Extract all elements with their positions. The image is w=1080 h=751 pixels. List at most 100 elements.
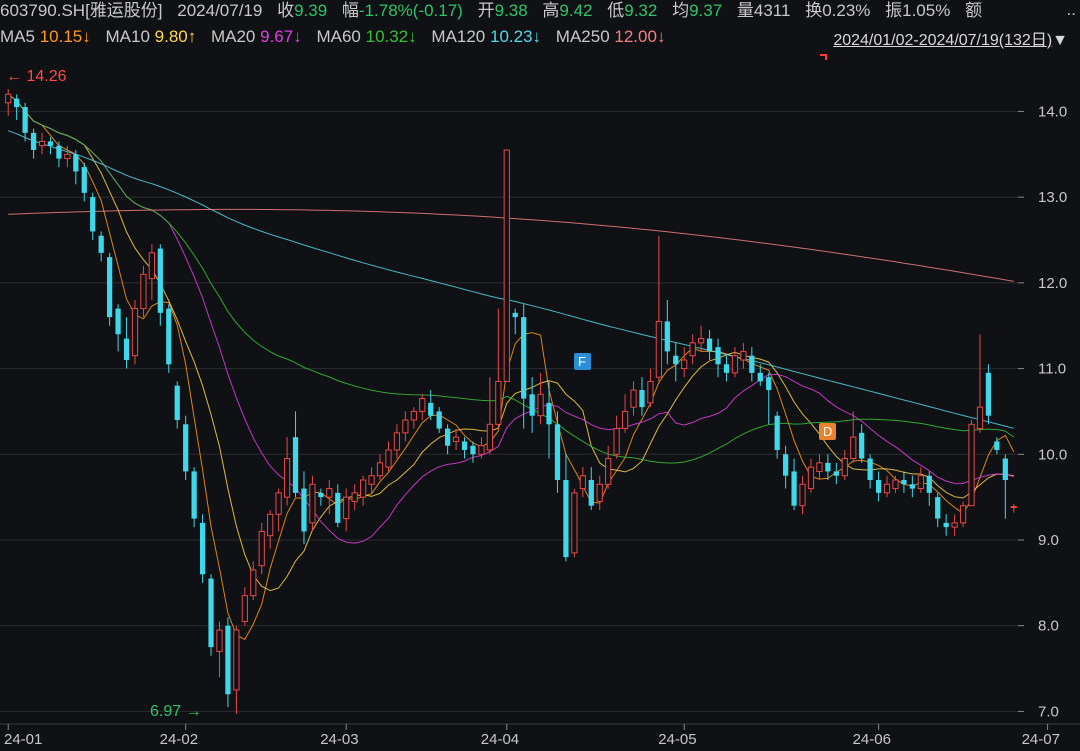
candle-body (943, 522, 949, 528)
candle-body (107, 257, 113, 318)
candle-body (546, 402, 552, 425)
candle-body (428, 402, 434, 416)
candle-body (985, 372, 992, 416)
candle-body (588, 480, 594, 506)
candle-body (64, 153, 71, 160)
candle-body (1002, 458, 1008, 480)
candle-body (757, 372, 763, 382)
candle-body (258, 530, 265, 567)
candle-body (571, 492, 578, 554)
candle-body (791, 471, 797, 506)
candle-body (1010, 506, 1017, 509)
candle-body (681, 359, 688, 370)
candle-body (766, 377, 772, 390)
candle-body (740, 350, 747, 361)
candle-body (892, 479, 899, 490)
candle-body (445, 428, 451, 446)
candle-body (926, 475, 932, 493)
candle-body (461, 441, 468, 450)
candle-body (833, 471, 839, 476)
x-tick-label: 24-05 (658, 731, 696, 748)
candle-body (275, 492, 282, 515)
candle-body (318, 492, 324, 498)
y-tick-label: 10.0 (1038, 446, 1067, 463)
candle-body (436, 411, 442, 429)
candle-body (22, 107, 28, 133)
candle-body (233, 629, 240, 691)
candle-body (537, 393, 544, 417)
candle-body (452, 436, 460, 442)
candle-body (529, 394, 535, 416)
candle-body (951, 522, 958, 528)
y-tick-label: 11.0 (1038, 361, 1066, 378)
candle-body (326, 488, 333, 498)
y-tick-label: 8.0 (1038, 618, 1059, 635)
x-axis: 24-01 24-02 24-03 24-04 24-05 24-06 24-07 (0, 723, 1080, 748)
candle-body (148, 252, 155, 280)
candle-body (841, 458, 848, 477)
candle-body (410, 410, 417, 421)
candle-body (131, 308, 139, 357)
candle-body (613, 428, 620, 455)
candle-body (250, 569, 257, 597)
candle-body (850, 436, 857, 460)
candle-body (343, 496, 350, 520)
candle-body (715, 347, 721, 365)
candle-body (554, 424, 561, 480)
candle-body (47, 141, 54, 146)
y-tick-label: 13.0 (1038, 189, 1067, 206)
candle-body (351, 492, 358, 502)
candle-body (495, 380, 502, 425)
candle-body (14, 98, 20, 108)
candle-body (689, 342, 696, 357)
f-badge-label: F (578, 354, 586, 369)
candle-body (73, 154, 79, 172)
candle-body (935, 497, 941, 519)
x-tick-label: 24-03 (320, 731, 358, 748)
candle-body (731, 355, 739, 374)
candle-body (157, 248, 163, 313)
candle-body (208, 578, 214, 648)
candle-body (521, 317, 527, 399)
candle-body (799, 483, 806, 507)
candle-body (309, 483, 316, 524)
red-marker (820, 54, 827, 60)
candlesticks (5, 89, 1017, 714)
candle-body (56, 145, 62, 159)
candle-body (698, 338, 705, 344)
candle-body (783, 454, 789, 476)
candle-body (706, 338, 713, 352)
candle-body (283, 458, 291, 498)
candle-body (959, 505, 967, 524)
candle-body (883, 483, 891, 494)
candle-body (199, 522, 206, 575)
candle-body (486, 423, 493, 451)
annotations: ← 14.26 6.97 → F D (6, 54, 836, 720)
candle-body (140, 273, 147, 310)
candle-body (673, 355, 679, 365)
candle-body (385, 449, 392, 468)
candle-body (909, 484, 915, 489)
candle-body (225, 625, 231, 695)
d-badge-label: D (823, 424, 832, 439)
x-tick-label: 24-07 (1022, 731, 1060, 748)
candle-body (335, 492, 341, 523)
candle-body (621, 410, 629, 430)
candle-body (647, 380, 654, 404)
candle-body (376, 462, 384, 477)
candle-body (81, 167, 87, 193)
candle-body (393, 432, 401, 451)
y-axis: 14.0 13.0 12.0 11.0 10.0 9.0 8.0 7.0 (1018, 103, 1067, 720)
candle-body (875, 480, 882, 493)
candle-body (292, 437, 299, 493)
candle-body (174, 385, 180, 420)
candle-body (512, 312, 518, 318)
candle-body (5, 93, 12, 104)
x-tick-label: 24-02 (160, 731, 198, 748)
candle-body (639, 390, 645, 408)
candle-body (655, 320, 662, 378)
x-tick-label: 24-01 (4, 731, 42, 748)
candle-body (478, 445, 485, 455)
high-price-label: ← 14.26 (6, 68, 67, 85)
kline-chart[interactable]: 14.0 13.0 12.0 11.0 10.0 9.0 8.0 7.0 24-01 24-02… (0, 0, 1080, 751)
